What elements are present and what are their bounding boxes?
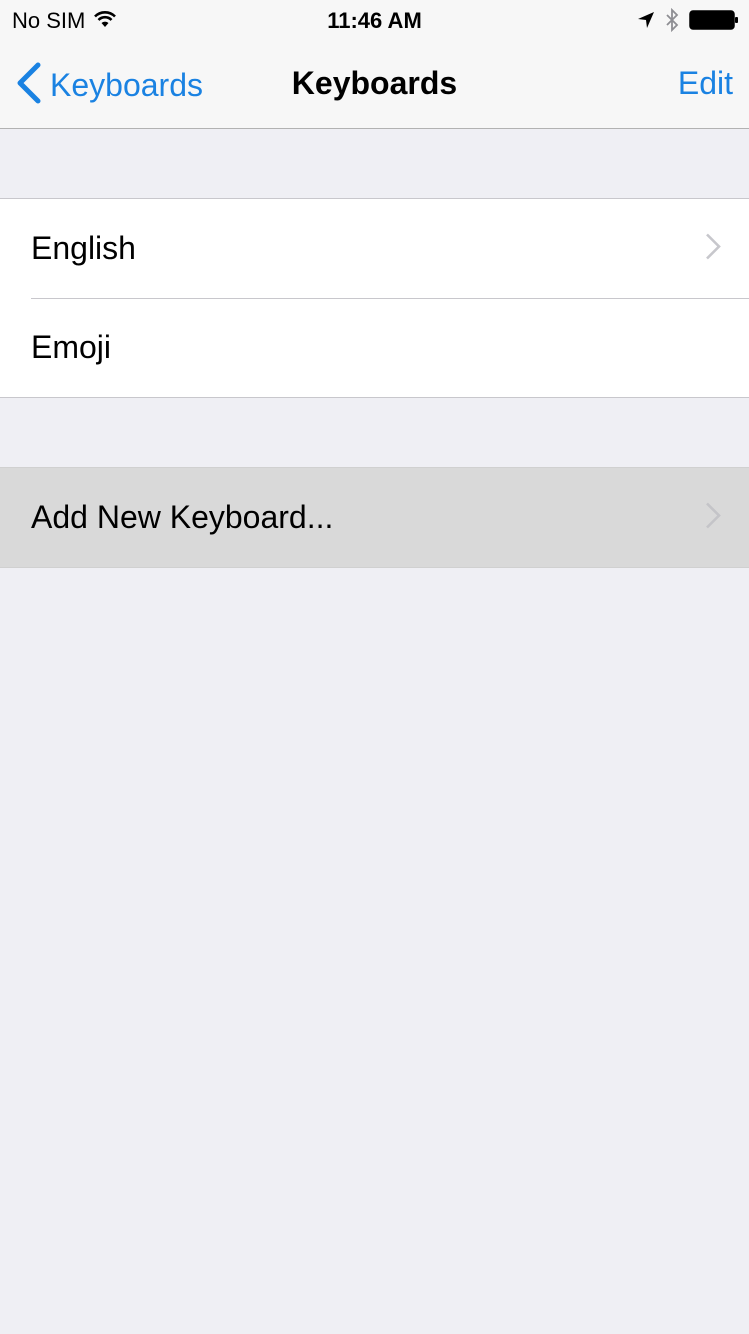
add-new-keyboard-row[interactable]: Add New Keyboard... [0, 468, 749, 567]
keyboard-row-english[interactable]: English [0, 199, 749, 298]
bluetooth-icon [665, 7, 679, 37]
row-label: Emoji [31, 329, 112, 365]
edit-button[interactable]: Edit [678, 65, 733, 102]
keyboards-list: English Emoji [0, 198, 749, 398]
row-label: English [31, 230, 136, 266]
keyboard-row-emoji[interactable]: Emoji [0, 298, 749, 397]
battery-icon [689, 9, 739, 36]
status-bar: No SIM 11:46 AM [0, 0, 749, 40]
chevron-left-icon [14, 62, 42, 109]
back-button[interactable]: Keyboards [14, 62, 203, 109]
location-arrow-icon [637, 11, 655, 34]
navigation-bar: Keyboards Keyboards Edit [0, 40, 749, 129]
chevron-right-icon [705, 501, 721, 534]
add-keyboard-group: Add New Keyboard... [0, 467, 749, 568]
row-label: Add New Keyboard... [31, 499, 334, 535]
back-button-label: Keyboards [50, 67, 203, 103]
status-right [637, 7, 739, 37]
chevron-right-icon [705, 232, 721, 265]
